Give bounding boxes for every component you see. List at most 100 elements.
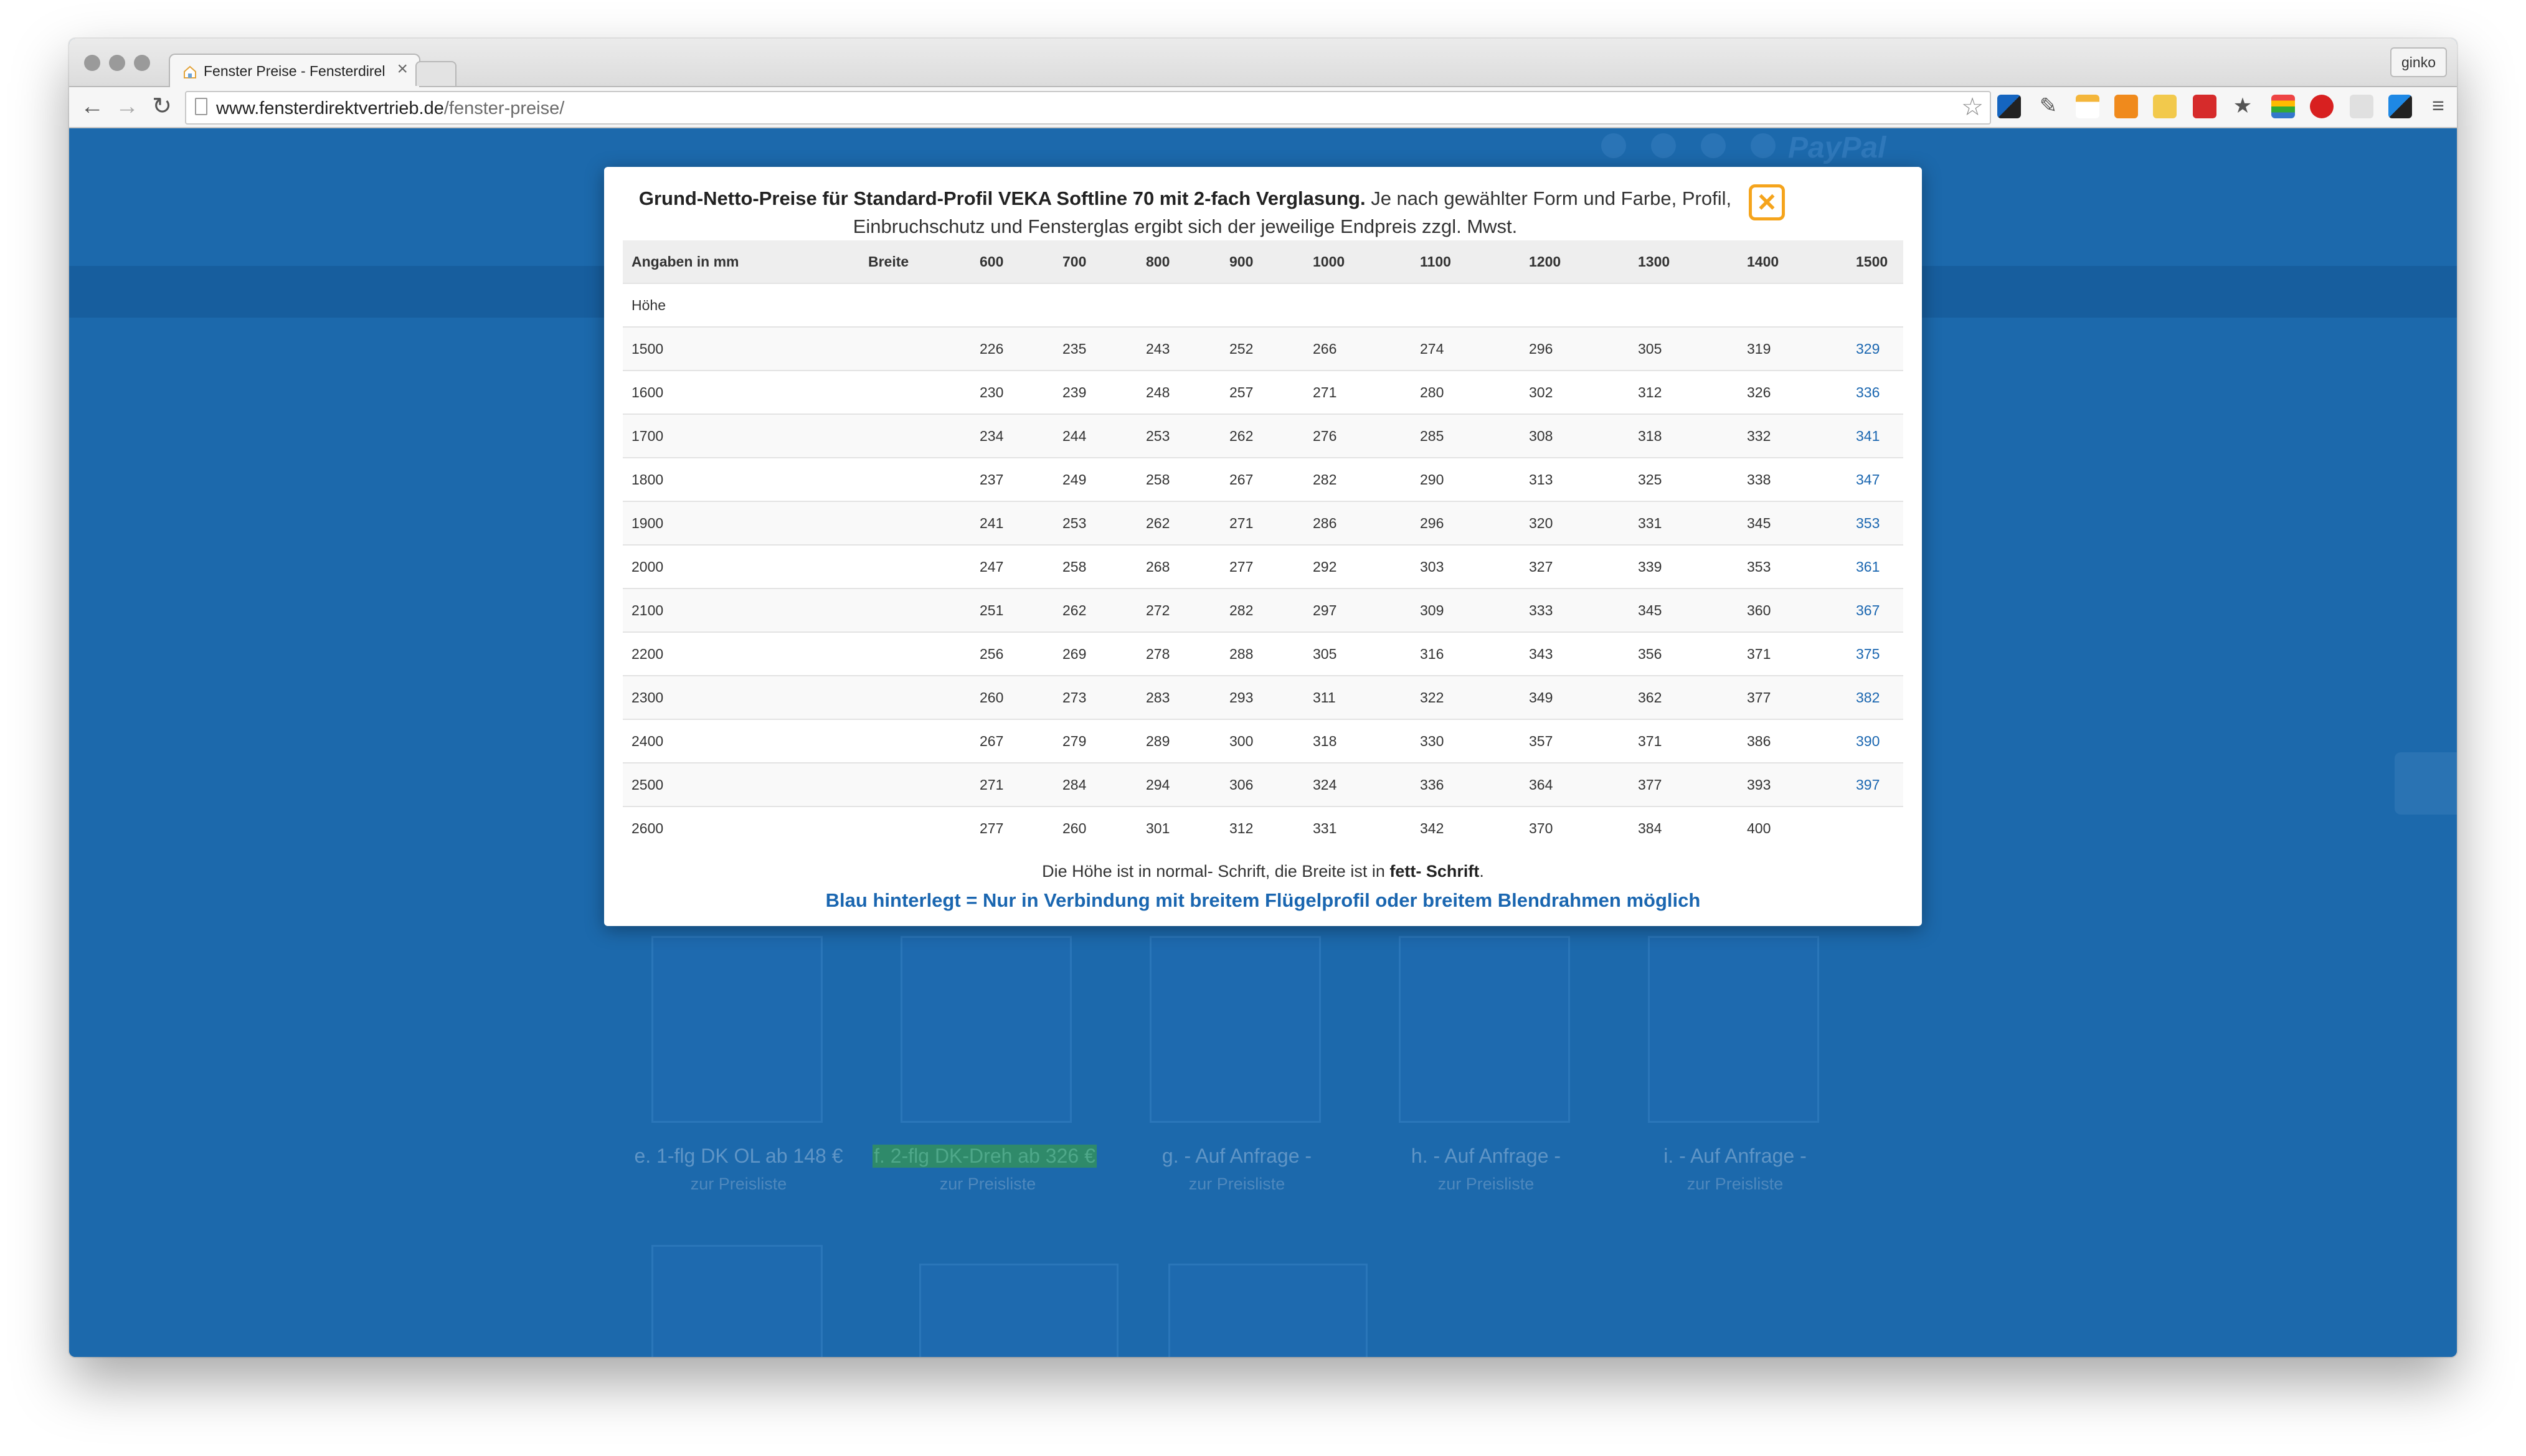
price-cell: 305 <box>1304 631 1411 676</box>
url-text: www.fensterdirektvertrieb.de/fenster-pre… <box>216 98 564 119</box>
price-cell: 226 <box>971 326 1054 371</box>
product-card[interactable] <box>651 936 823 1123</box>
zoom-window-button[interactable] <box>134 55 150 71</box>
adblock-icon[interactable] <box>2310 95 2334 118</box>
width-header: Breite <box>859 240 971 283</box>
pricelist-link[interactable]: zur Preisliste <box>1595 1175 1875 1194</box>
price-cell: 371 <box>1738 631 1847 676</box>
price-cell: 271 <box>971 762 1054 806</box>
product-card[interactable] <box>901 936 1072 1123</box>
price-cell: 343 <box>1520 631 1629 676</box>
tab-close-icon[interactable]: × <box>397 60 408 78</box>
product-card[interactable] <box>1168 1264 1368 1357</box>
price-cell: 286 <box>1304 501 1411 545</box>
extension-grid-icon[interactable] <box>2193 95 2216 118</box>
extension-eyedropper-icon[interactable]: ✎ <box>2036 93 2061 118</box>
product-card[interactable] <box>919 1264 1119 1357</box>
price-cell: 311 <box>1304 675 1411 719</box>
extension-bookmark-icon[interactable] <box>2076 95 2099 118</box>
price-cell: 345 <box>1629 588 1738 632</box>
price-cell: 274 <box>1411 326 1520 371</box>
menu-icon[interactable]: ≡ <box>2426 93 2451 118</box>
url-path: /fenster-preise/ <box>443 98 565 118</box>
price-cell: 312 <box>1221 806 1304 849</box>
row-height-cell: 2300 <box>623 675 859 719</box>
product-card[interactable] <box>651 1245 823 1357</box>
price-cell: 349 <box>1520 675 1629 719</box>
price-cell: 339 <box>1629 544 1738 589</box>
price-cell: 333 <box>1520 588 1629 632</box>
table-row: 2500 271 284 294 306 324 336 364 377 393 397 <box>623 762 1903 806</box>
reload-icon[interactable]: ↻ <box>148 92 176 121</box>
browser-tab[interactable]: Fenster Preise - Fensterdirektvertrieb × <box>169 54 420 88</box>
price-cell: 329 <box>1847 326 1903 371</box>
price-cell: 386 <box>1738 719 1847 763</box>
price-cell: 296 <box>1411 501 1520 545</box>
address-bar[interactable]: www.fensterdirektvertrieb.de/fenster-pre… <box>185 91 1991 125</box>
row-height-cell: 1800 <box>623 457 859 501</box>
table-row: 2600 277 260 301 312 331 342 370 384 400 <box>623 806 1903 849</box>
column-header: 900 <box>1221 240 1304 283</box>
url-host: www.fensterdirektvertrieb.de <box>216 98 444 118</box>
price-cell: 332 <box>1738 414 1847 458</box>
payment-logo-icon <box>1651 133 1676 158</box>
price-cell: 322 <box>1411 675 1520 719</box>
extension-delicious-2-icon[interactable] <box>2388 95 2412 118</box>
new-tab-button[interactable] <box>415 61 456 86</box>
column-header: 1500 <box>1847 240 1903 283</box>
pricelist-link[interactable]: zur Preisliste <box>598 1175 879 1194</box>
price-cell: 308 <box>1520 414 1629 458</box>
price-cell: 258 <box>1137 457 1221 501</box>
back-arrow-icon[interactable]: ← <box>78 92 106 121</box>
price-cell: 327 <box>1520 544 1629 589</box>
price-cell: 277 <box>971 806 1054 849</box>
extension-chart-icon[interactable] <box>2114 95 2138 118</box>
price-cell: 290 <box>1411 457 1520 501</box>
extension-colors-icon[interactable] <box>2271 95 2295 118</box>
column-header: 800 <box>1137 240 1221 283</box>
price-cell: 390 <box>1847 719 1903 763</box>
font-legend-note: Die Höhe ist in normal- Schrift, die Bre… <box>604 862 1922 881</box>
price-cell: 234 <box>971 414 1054 458</box>
pricelist-link[interactable]: zur Preisliste <box>1346 1175 1626 1194</box>
price-cell: 312 <box>1629 370 1738 414</box>
price-cell: 243 <box>1137 326 1221 371</box>
price-cell: 309 <box>1411 588 1520 632</box>
price-cell: 266 <box>1304 326 1411 371</box>
extension-gray-icon[interactable] <box>2350 95 2373 118</box>
price-cell: 338 <box>1738 457 1847 501</box>
price-cell: 253 <box>1137 414 1221 458</box>
product-card[interactable] <box>1399 936 1570 1123</box>
minimize-window-button[interactable] <box>109 55 125 71</box>
price-cell: 280 <box>1411 370 1520 414</box>
column-header: 1000 <box>1304 240 1411 283</box>
price-cell: 262 <box>1137 501 1221 545</box>
bookmark-star-icon[interactable]: ☆ <box>1961 93 1984 121</box>
extension-delicious-icon[interactable] <box>1997 95 2021 118</box>
paypal-logo: PayPal <box>1788 131 1886 164</box>
profile-button[interactable]: ginko <box>2390 47 2447 77</box>
product-card[interactable] <box>1150 936 1321 1123</box>
close-modal-button[interactable]: × <box>1749 184 1785 220</box>
extension-star-icon[interactable]: ★ <box>2230 93 2255 118</box>
price-cell: 285 <box>1411 414 1520 458</box>
price-cell: 336 <box>1847 370 1903 414</box>
close-window-button[interactable] <box>84 55 100 71</box>
extension-face-icon[interactable] <box>2153 95 2177 118</box>
contact-mail-icon[interactable] <box>2395 752 2457 815</box>
price-cell: 345 <box>1738 501 1847 545</box>
title-bar: Fenster Preise - Fensterdirektvertrieb ×… <box>69 39 2457 88</box>
product-card[interactable] <box>1648 936 1819 1123</box>
payment-logo-icon <box>1601 133 1626 158</box>
row-height-cell: 1500 <box>623 326 859 371</box>
modal-heading-bold: Grund-Netto-Preise für Standard-Profil V… <box>638 187 1366 209</box>
pricelist-link[interactable]: zur Preisliste <box>848 1175 1128 1194</box>
price-cell: 318 <box>1304 719 1411 763</box>
pricelist-link[interactable]: zur Preisliste <box>1097 1175 1377 1194</box>
height-label: Höhe <box>623 283 859 327</box>
forward-arrow-icon[interactable]: → <box>113 92 141 121</box>
price-cell: 342 <box>1411 806 1520 849</box>
price-cell: 384 <box>1629 806 1738 849</box>
row-height-cell: 1700 <box>623 414 859 458</box>
row-height-cell: 2400 <box>623 719 859 763</box>
